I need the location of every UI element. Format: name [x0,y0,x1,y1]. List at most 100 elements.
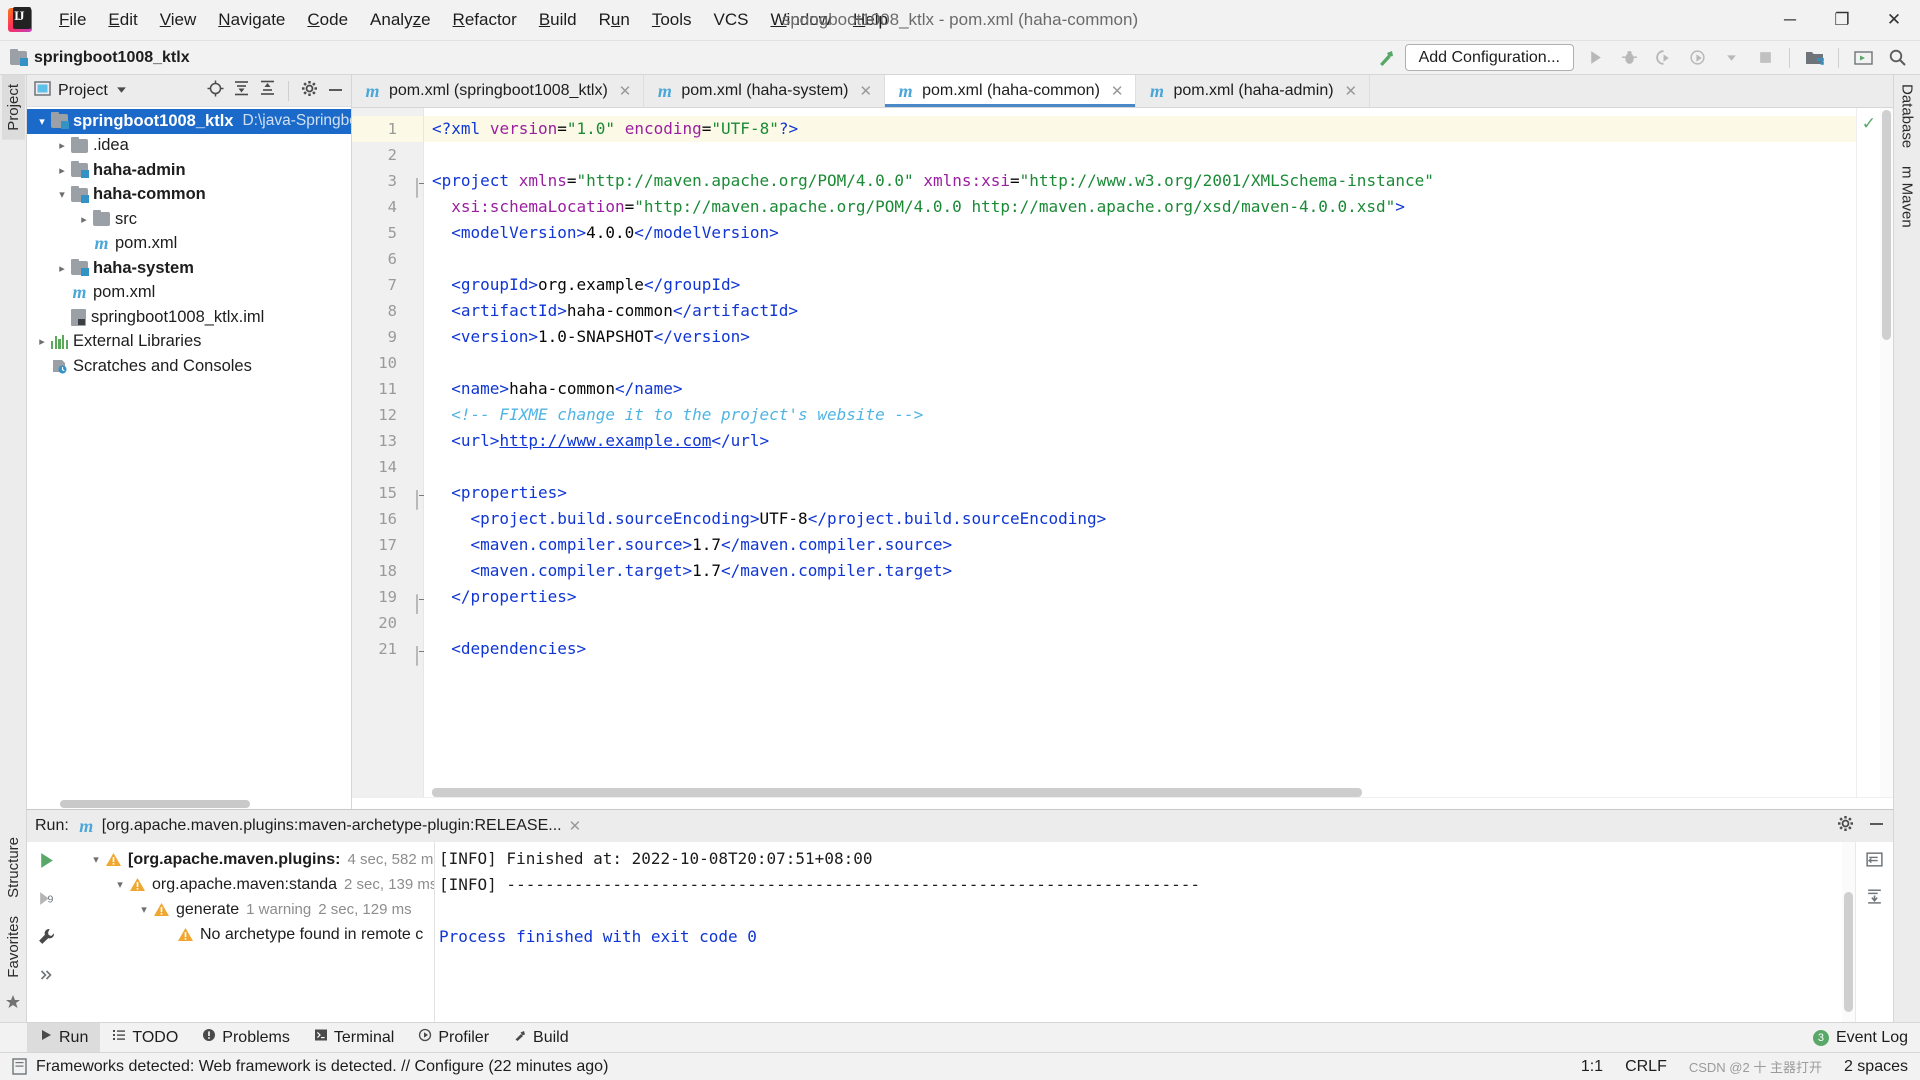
chevron-down-icon[interactable]: ▾ [135,903,153,916]
project-scope-chevron-icon[interactable] [115,81,128,101]
close-icon[interactable]: ✕ [1111,82,1124,100]
code-fold-start-icon[interactable] [406,175,418,198]
menu-code[interactable]: Code [296,5,359,35]
chevron-down-icon[interactable]: ▾ [53,188,71,201]
locate-icon[interactable] [207,80,224,102]
chevron-right-icon[interactable]: ▸ [75,213,93,226]
code-line[interactable]: <!-- FIXME change it to the project's we… [424,402,1856,428]
hide-panel-icon[interactable] [1868,817,1885,835]
tree-item-pom-xml-common[interactable]: m pom.xml [27,232,351,257]
console-vertical-scrollbar[interactable] [1842,842,1855,1022]
gear-icon[interactable] [1837,815,1854,837]
indent-setting[interactable]: 2 spaces [1844,1058,1908,1076]
code-fold-start-icon[interactable] [406,643,418,666]
tree-item-external-libraries[interactable]: ▸ External Libraries [27,330,351,355]
tab-build[interactable]: Build [501,1023,581,1053]
close-icon[interactable]: ✕ [1345,82,1358,100]
favorites-star-icon[interactable] [5,994,21,1015]
code-line[interactable] [424,610,1856,636]
event-log-label[interactable]: Event Log [1836,1029,1908,1047]
minimize-button[interactable]: ─ [1764,0,1816,40]
menu-vcs[interactable]: VCS [703,5,760,35]
menu-run[interactable]: Run [588,5,641,35]
code-line[interactable]: <artifactId>haha-common</artifactId> [424,298,1856,324]
collapse-all-icon[interactable] [259,80,276,101]
project-tree-horizontal-scrollbar[interactable] [27,798,351,809]
run-with-coverage-icon[interactable] [1650,45,1676,71]
select-run-config-icon[interactable] [1850,45,1876,71]
editor-splitter[interactable] [352,797,1893,809]
soft-wrap-icon[interactable] [1865,851,1884,873]
editor-vertical-scrollbar[interactable] [1880,108,1893,797]
line-separator[interactable]: CRLF [1625,1058,1667,1076]
rerun-failed-icon[interactable]: 9 [37,889,56,913]
breadcrumb[interactable]: springboot1008_ktlx [10,48,190,67]
menu-tools[interactable]: Tools [641,5,703,35]
chevron-down-icon[interactable] [1718,45,1744,71]
code-line[interactable]: <name>haha-common</name> [424,376,1856,402]
tab-todo[interactable]: TODO [100,1023,190,1053]
more-icon[interactable] [37,965,56,985]
tree-item-idea[interactable]: ▸ .idea [27,134,351,159]
code-line[interactable]: <?xml version="1.0" encoding="UTF-8"?> [424,116,1856,142]
code-line[interactable]: <properties> [424,480,1856,506]
tree-item-springboot1008_ktlx[interactable]: ▾ springboot1008_ktlx D:\java-Springbo [27,109,351,134]
sidebar-item-favorites[interactable]: Favorites [2,907,25,987]
tree-item-scratches-and-consoles[interactable]: Scratches and Consoles [27,354,351,379]
code-line[interactable]: <project xmlns="http://maven.apache.org/… [424,168,1856,194]
run-tree-row[interactable]: ▾ generate 1 warning 2 sec, 129 ms [65,897,434,922]
tab-terminal[interactable]: Terminal [302,1023,406,1053]
code-editor[interactable]: 1 2 3 4 5 6 7 8 9 10 11 12 13 14 15 16 17 18 19 20 21 <?xml … [352,108,1893,797]
chevron-down-icon[interactable]: ▾ [111,878,129,891]
status-message[interactable]: Frameworks detected: Web framework is de… [36,1058,608,1076]
code-line[interactable] [424,454,1856,480]
tab-problems[interactable]: Problems [190,1023,302,1053]
chevron-down-icon[interactable]: ▾ [33,115,51,128]
build-hammer-icon[interactable] [1375,47,1397,69]
tree-item-haha-system[interactable]: ▸ haha-system [27,256,351,281]
close-icon[interactable]: ✕ [569,817,582,835]
tree-item-pom-xml-root[interactable]: m pom.xml [27,281,351,306]
menu-edit[interactable]: Edit [97,5,148,35]
code-line[interactable]: <maven.compiler.source>1.7</maven.compil… [424,532,1856,558]
run-tree-row[interactable]: No archetype found in remote c [65,922,434,947]
rerun-icon[interactable] [37,851,56,875]
chevron-right-icon[interactable]: ▸ [53,262,71,275]
code-line[interactable] [424,350,1856,376]
menu-help[interactable]: Help [842,5,899,35]
close-icon[interactable]: ✕ [860,82,873,100]
tree-item-iml-file[interactable]: springboot1008_ktlx.iml [27,305,351,330]
stop-icon[interactable] [1752,45,1778,71]
expand-all-icon[interactable] [233,80,250,101]
gear-icon[interactable] [301,80,318,102]
project-structure-icon[interactable] [1801,45,1827,71]
run-tree-row[interactable]: ▾ org.apache.maven:standa 2 sec, 139 ms [65,872,434,897]
code-fold-start-icon[interactable] [406,487,418,510]
code-line[interactable]: <modelVersion>4.0.0</modelVersion> [424,220,1856,246]
scroll-to-end-icon[interactable] [1865,887,1884,909]
sidebar-item-database[interactable]: Database [1896,75,1919,157]
hide-panel-icon[interactable] [327,81,344,101]
caret-position[interactable]: 1:1 [1581,1058,1603,1076]
menu-file[interactable]: FFileile [48,5,97,35]
code-line[interactable]: </properties> [424,584,1856,610]
close-button[interactable]: ✕ [1868,0,1920,40]
settings-wrench-icon[interactable] [37,927,56,951]
search-everywhere-icon[interactable] [1884,45,1910,71]
tab-pom-springboot1008_ktlx[interactable]: m pom.xml (springboot1008_ktlx) ✕ [352,75,645,107]
run-console-output[interactable]: [INFO] Finished at: 2022-10-08T20:07:51+… [435,842,1842,1022]
maven-run-tree[interactable]: ▾ [org.apache.maven.plugins: 4 sec, 582 … [65,842,435,1022]
editor-horizontal-scrollbar[interactable] [432,787,1856,797]
debug-icon[interactable] [1616,45,1642,71]
code-line[interactable]: <groupId>org.example</groupId> [424,272,1856,298]
sidebar-item-structure[interactable]: Structure [2,828,25,907]
project-tree[interactable]: ▾ springboot1008_ktlx D:\java-Springbo ▸… [27,107,351,798]
code-line[interactable] [424,246,1856,272]
menu-refactor[interactable]: Refactor [442,5,528,35]
tree-item-haha-common[interactable]: ▾ haha-common [27,183,351,208]
tab-pom-haha-common[interactable]: m pom.xml (haha-common) ✕ [885,75,1137,107]
chevron-down-icon[interactable]: ▾ [87,853,105,866]
maximize-button[interactable]: ❐ [1816,0,1868,40]
chevron-right-icon[interactable]: ▸ [33,335,51,348]
code-line[interactable]: xsi:schemaLocation="http://maven.apache.… [424,194,1856,220]
